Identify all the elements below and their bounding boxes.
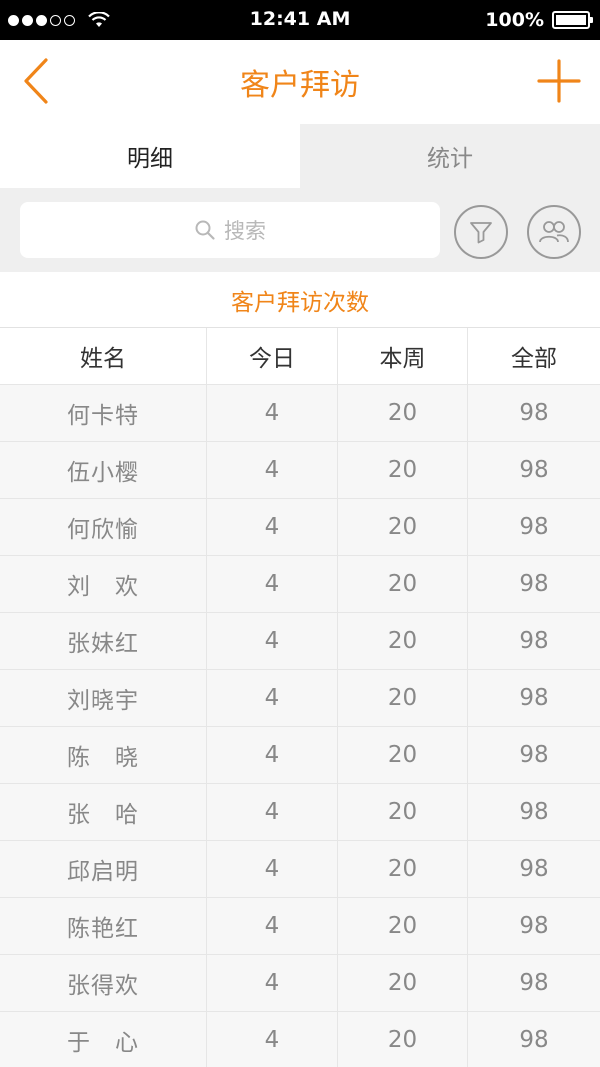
plus-icon <box>537 59 581 103</box>
table-row[interactable]: 张得欢 4 20 98 <box>0 955 600 1012</box>
cell-total: 98 <box>519 514 549 540</box>
add-button[interactable] <box>536 58 582 104</box>
cell-name: 何欣愉 <box>0 499 207 555</box>
table-row[interactable]: 刘晓宇 4 20 98 <box>0 670 600 727</box>
cell-today: 4 <box>207 841 338 897</box>
status-bar: 12:41 AM 100% <box>0 0 600 40</box>
cell-name: 何卡特 <box>0 385 207 441</box>
cell-today: 4 <box>207 613 338 669</box>
table-row[interactable]: 邱启明 4 20 98 <box>0 841 600 898</box>
search-placeholder: 搜索 <box>224 219 266 243</box>
table-row[interactable]: 何卡特 4 20 98 <box>0 385 600 442</box>
cell-today: 4 <box>207 1012 338 1067</box>
cell-name: 邱启明 <box>0 841 207 897</box>
visit-table: 姓名 今日 本周 全部 何卡特 4 20 98 伍小樱 4 20 98 何欣愉 4 20 98 刘 欢4… <box>0 328 600 1067</box>
search-bar: 搜索 <box>0 188 600 272</box>
cell-total: 98 <box>519 742 549 768</box>
table-row[interactable]: 张妹红 4 20 98 <box>0 613 600 670</box>
cell-total: 98 <box>519 571 549 597</box>
cell-week: 20 <box>338 727 468 783</box>
cell-today: 4 <box>207 955 338 1011</box>
cell-name: 张 哈 <box>0 784 207 840</box>
battery-icon <box>552 11 593 29</box>
cell-total: 98 <box>519 400 549 426</box>
table-body: 何卡特 4 20 98 伍小樱 4 20 98 何欣愉 4 20 98 刘 欢 4 20 98 张妹红 4 20 98… <box>0 385 600 1067</box>
cell-name: 张妹红 <box>0 613 207 669</box>
cell-total: 98 <box>519 685 549 711</box>
cell-name: 陈艳红 <box>0 898 207 954</box>
cell-total: 98 <box>519 1027 549 1053</box>
table-row[interactable]: 何欣愉 4 20 98 <box>0 499 600 556</box>
cell-total: 98 <box>519 628 549 654</box>
table-row[interactable]: 陈艳红 4 20 98 <box>0 898 600 955</box>
tab-statistics[interactable]: 统计 <box>300 124 600 188</box>
table-row[interactable]: 刘 欢 4 20 98 <box>0 556 600 613</box>
cell-today: 4 <box>207 898 338 954</box>
cell-today: 4 <box>207 499 338 555</box>
cell-today: 4 <box>207 385 338 441</box>
header-today: 今日 <box>207 328 338 384</box>
header-name: 姓名 <box>0 328 207 384</box>
page-title: 客户拜访 <box>240 68 360 103</box>
cell-week: 20 <box>338 670 468 726</box>
cell-today: 4 <box>207 784 338 840</box>
cell-total: 98 <box>519 457 549 483</box>
cell-total: 98 <box>519 856 549 882</box>
cell-week: 20 <box>338 898 468 954</box>
cell-today: 4 <box>207 670 338 726</box>
search-icon <box>195 220 215 240</box>
header-week: 本周 <box>338 328 468 384</box>
cell-today: 4 <box>207 442 338 498</box>
cell-name: 陈 晓 <box>0 727 207 783</box>
tab-bar: 明细 统计 <box>0 124 600 188</box>
cell-name: 于 心 <box>0 1012 207 1067</box>
people-button[interactable] <box>527 205 581 259</box>
cell-week: 20 <box>338 841 468 897</box>
cell-today: 4 <box>207 727 338 783</box>
table-header: 姓名 今日 本周 全部 <box>0 328 600 385</box>
cell-week: 20 <box>338 1012 468 1067</box>
cell-week: 20 <box>338 385 468 441</box>
header-total: 全部 <box>511 346 557 372</box>
cell-name: 张得欢 <box>0 955 207 1011</box>
cell-total: 98 <box>519 970 549 996</box>
nav-bar: 客户拜访 <box>0 40 600 124</box>
cell-today: 4 <box>207 556 338 612</box>
cell-week: 20 <box>338 442 468 498</box>
search-input[interactable]: 搜索 <box>20 202 440 258</box>
filter-button[interactable] <box>454 205 508 259</box>
cell-week: 20 <box>338 499 468 555</box>
table-row[interactable]: 张 哈 4 20 98 <box>0 784 600 841</box>
table-row[interactable]: 陈 晓 4 20 98 <box>0 727 600 784</box>
cell-total: 98 <box>519 799 549 825</box>
filter-icon <box>470 222 492 244</box>
cell-name: 刘 欢 <box>0 556 207 612</box>
section-title: 客户拜访次数 <box>0 272 600 328</box>
cell-week: 20 <box>338 556 468 612</box>
table-row[interactable]: 伍小樱 4 20 98 <box>0 442 600 499</box>
cell-week: 20 <box>338 613 468 669</box>
cell-week: 20 <box>338 955 468 1011</box>
battery-percent: 100% <box>485 9 544 31</box>
people-icon <box>539 221 569 243</box>
table-row[interactable]: 于 心 4 20 98 <box>0 1012 600 1067</box>
cell-total: 98 <box>519 913 549 939</box>
cell-name: 刘晓宇 <box>0 670 207 726</box>
cell-week: 20 <box>338 784 468 840</box>
tab-detail[interactable]: 明细 <box>0 124 300 188</box>
cell-name: 伍小樱 <box>0 442 207 498</box>
